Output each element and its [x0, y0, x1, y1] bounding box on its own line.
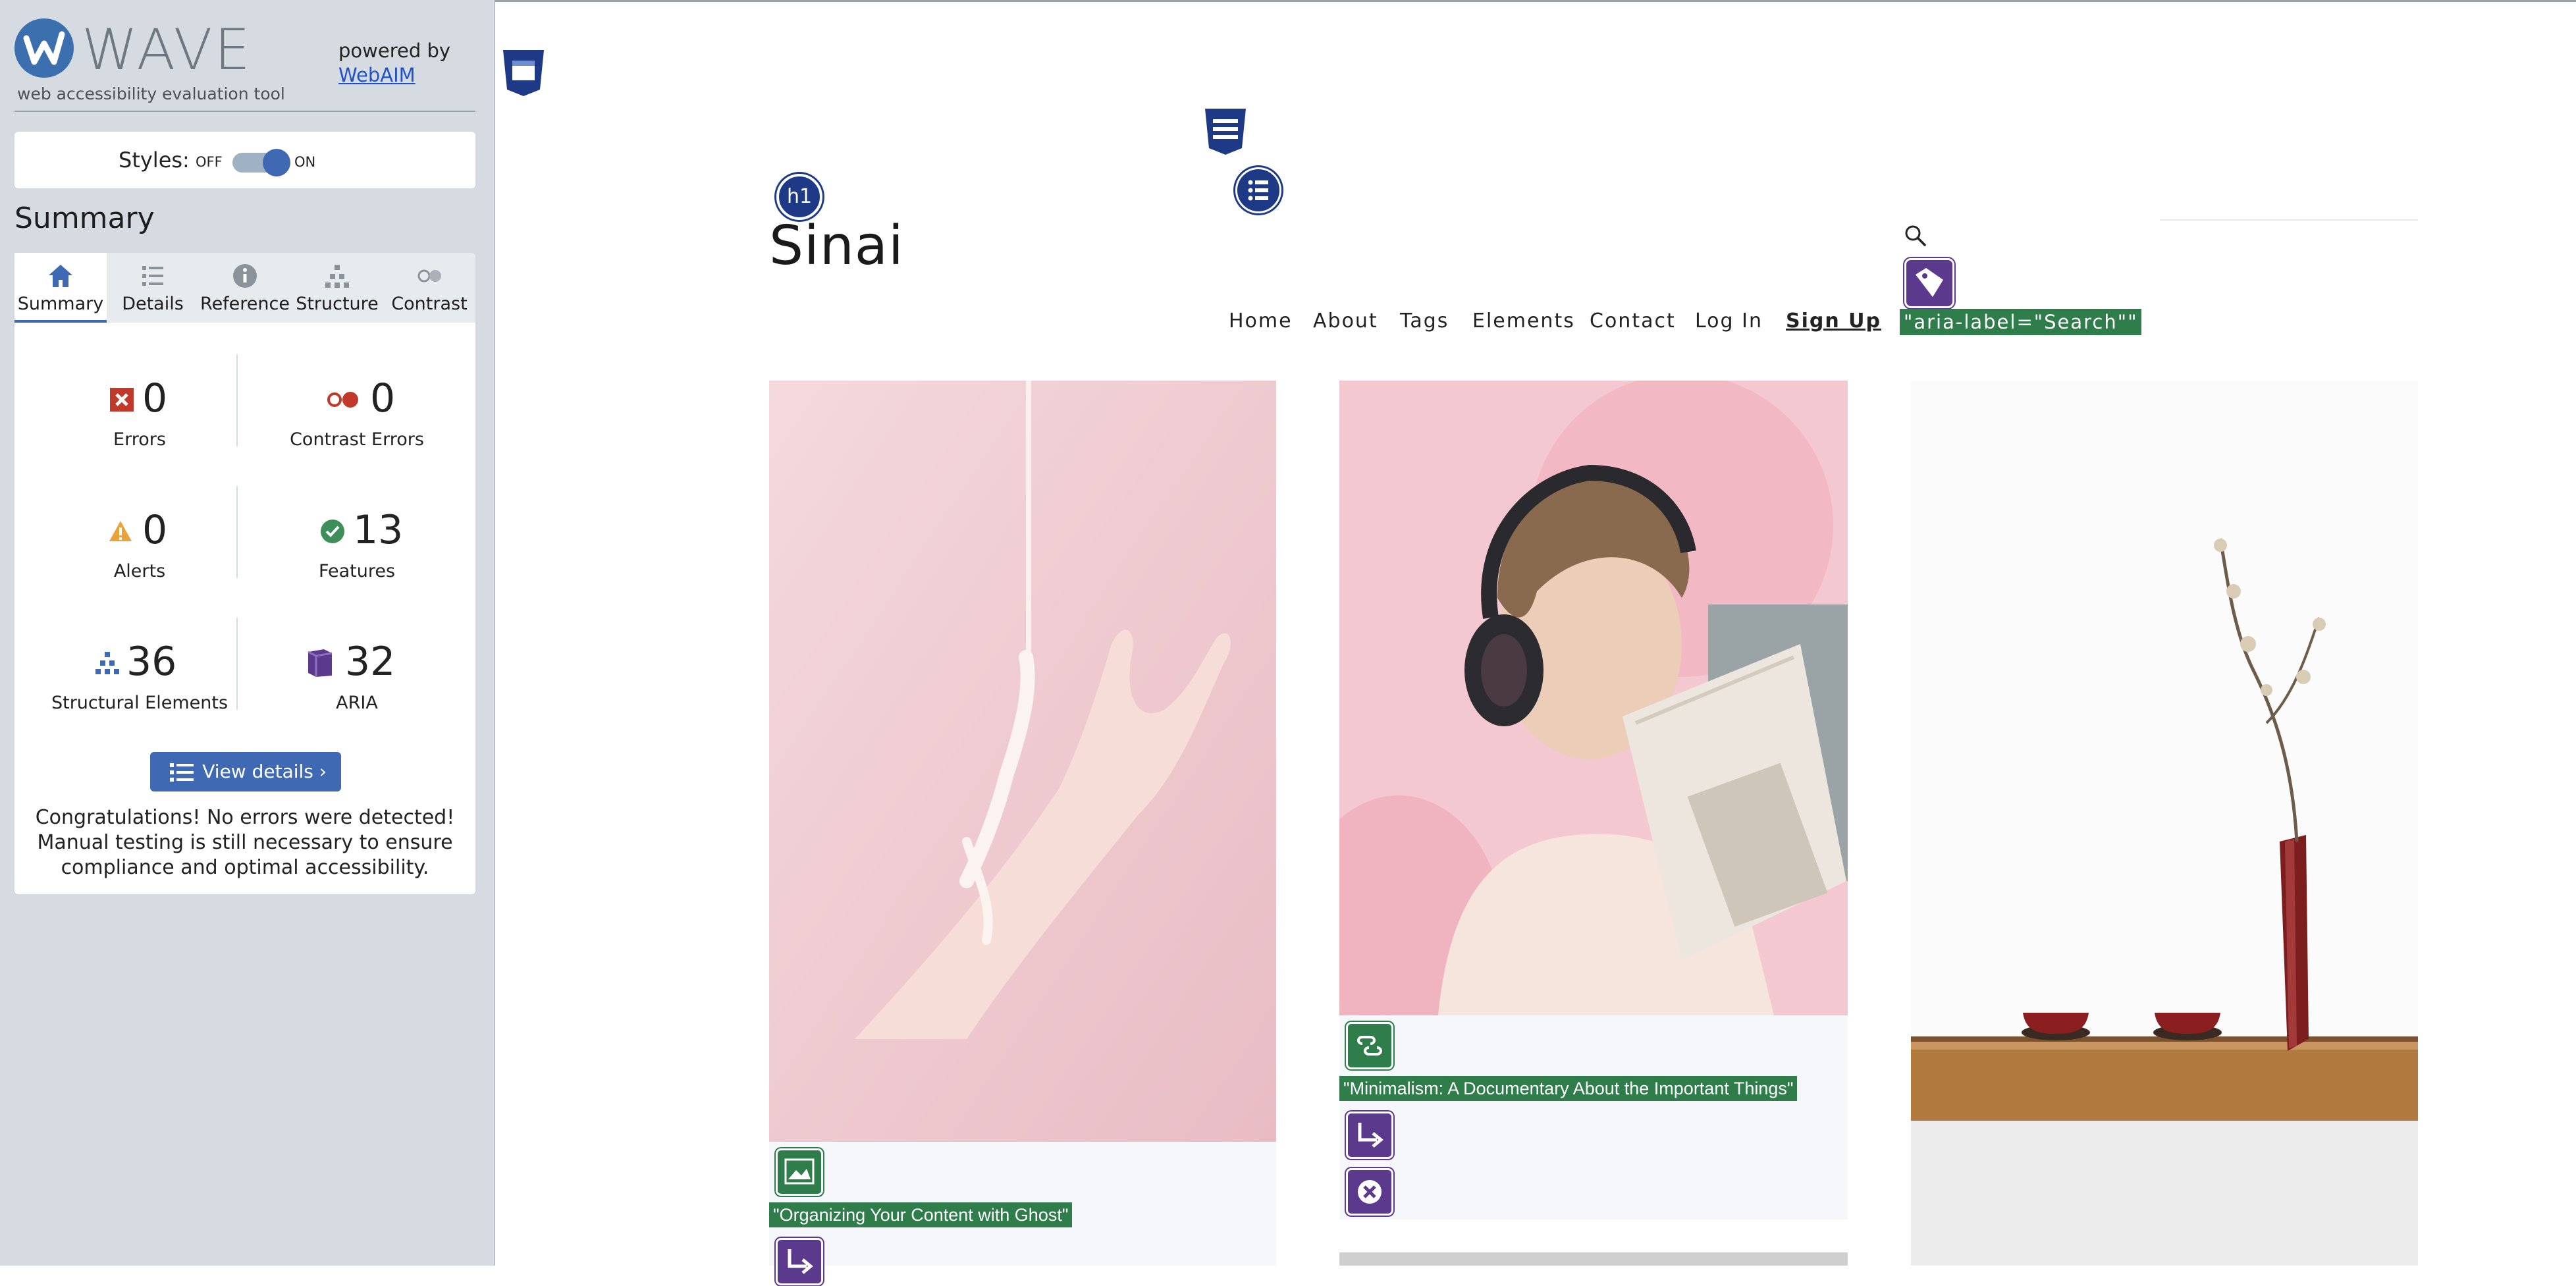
- hierarchy-icon: [325, 265, 349, 288]
- tab-contrast[interactable]: Contrast: [383, 253, 475, 323]
- stat-features[interactable]: 13 Features: [252, 487, 462, 593]
- features-label: Features: [318, 561, 396, 581]
- contrast-error-icon: [327, 392, 358, 408]
- powered-by-label: powered by: [338, 40, 451, 62]
- card-footer-2: [1339, 1015, 1848, 1219]
- stat-alerts[interactable]: 0 Alerts: [34, 487, 245, 593]
- summary-panel: 0 Errors 0 Contrast Errors 0 Alerts 13 F…: [14, 323, 475, 894]
- styles-on-label: ON: [294, 154, 316, 170]
- tab-label: Structure: [296, 294, 379, 314]
- home-icon: [49, 265, 72, 287]
- tab-summary[interactable]: Summary: [14, 253, 107, 323]
- nav-elements[interactable]: Elements: [1472, 309, 1575, 333]
- info-icon: [233, 264, 257, 288]
- error-x-icon: [110, 388, 134, 412]
- features-count: 13: [353, 507, 404, 553]
- list-icon[interactable]: [1235, 167, 1281, 213]
- wave-logo-icon: [14, 18, 74, 78]
- summary-heading: Summary: [14, 201, 155, 235]
- page-top-border: [495, 0, 2576, 2]
- wave-tagline: web accessibility evaluation tool: [17, 84, 285, 103]
- wave-tabs: Summary Details Reference Structure Cont…: [14, 253, 475, 323]
- aria-label-annotation: "aria-label="Search"": [1900, 309, 2142, 335]
- site-title[interactable]: Sinai: [769, 215, 904, 277]
- congrats-message: Congratulations! No errors were detected…: [35, 806, 455, 879]
- card-image-hand[interactable]: [769, 381, 1276, 1142]
- styles-off-label: OFF: [196, 154, 223, 170]
- contrast-errors-count: 0: [370, 375, 396, 421]
- sidebar-divider: [14, 111, 475, 112]
- aria-label-tag-icon[interactable]: [1904, 258, 1954, 308]
- stat-structural[interactable]: 36 Structural Elements: [34, 619, 245, 724]
- structure-icon: [95, 652, 119, 674]
- webaim-link[interactable]: WebAIM: [338, 64, 416, 86]
- card-title-annotation-2[interactable]: "Minimalism: A Documentary About the Imp…: [1339, 1076, 1798, 1101]
- aria-region-icon[interactable]: [500, 49, 547, 97]
- tab-label: Reference: [200, 294, 290, 314]
- tab-label: Contrast: [391, 294, 468, 314]
- nav-signup[interactable]: Sign Up: [1786, 309, 1881, 333]
- aria-redirect-icon[interactable]: [1346, 1112, 1393, 1159]
- aria-hidden-icon[interactable]: [1346, 1168, 1393, 1216]
- wave-sidebar: WAVE web accessibility evaluation tool p…: [0, 0, 495, 1266]
- errors-count: 0: [142, 375, 168, 421]
- aria-label: ARIA: [336, 693, 378, 713]
- search-field-underline: [2160, 219, 2418, 221]
- navigation-region-icon[interactable]: [1202, 107, 1248, 156]
- card-image-vase[interactable]: [1911, 381, 2418, 1266]
- tab-label: Details: [122, 294, 184, 314]
- stat-divider: [236, 486, 238, 578]
- nav-home[interactable]: Home: [1229, 309, 1293, 333]
- nav-contact[interactable]: Contact: [1590, 309, 1676, 333]
- contrast-errors-label: Contrast Errors: [290, 429, 424, 450]
- styles-toggle-box: Styles: OFF ON: [14, 132, 475, 188]
- tab-details[interactable]: Details: [107, 253, 199, 323]
- list-icon: [142, 266, 163, 286]
- aria-count: 32: [345, 639, 396, 685]
- wave-brand: WAVE: [82, 17, 252, 83]
- stat-contrast-errors[interactable]: 0 Contrast Errors: [252, 356, 462, 461]
- tab-reference[interactable]: Reference: [199, 253, 291, 323]
- view-details-label: View details ›: [202, 761, 327, 782]
- linked-image-icon[interactable]: [776, 1148, 823, 1196]
- stat-divider: [236, 618, 238, 710]
- view-details-button[interactable]: View details ›: [150, 752, 341, 791]
- tab-structure[interactable]: Structure: [291, 253, 383, 323]
- nav-about[interactable]: About: [1313, 309, 1378, 333]
- check-circle-icon: [321, 520, 344, 543]
- aria-cube-icon: [308, 649, 333, 677]
- errors-label: Errors: [113, 429, 166, 450]
- contrast-icon: [417, 269, 441, 282]
- alerts-label: Alerts: [113, 561, 166, 581]
- list-icon: [170, 763, 194, 782]
- linked-image-icon[interactable]: [1346, 1022, 1393, 1069]
- tab-label: Summary: [17, 294, 104, 314]
- heading-h1-icon[interactable]: h1: [776, 174, 822, 220]
- stat-aria[interactable]: 32 ARIA: [252, 619, 462, 724]
- structural-count: 36: [126, 639, 177, 685]
- alert-triangle-icon: [109, 521, 132, 541]
- card-title-annotation-1[interactable]: "Organizing Your Content with Ghost": [769, 1202, 1073, 1227]
- styles-label: Styles:: [119, 147, 190, 173]
- nav-tags[interactable]: Tags: [1400, 309, 1449, 333]
- search-icon[interactable]: [1904, 224, 1927, 248]
- structural-label: Structural Elements: [51, 693, 228, 713]
- nav-login[interactable]: Log In: [1695, 309, 1763, 333]
- aria-redirect-icon[interactable]: [776, 1238, 823, 1285]
- card-image-headphones[interactable]: [1339, 381, 1848, 1015]
- styles-toggle[interactable]: [232, 149, 290, 176]
- alerts-count: 0: [142, 507, 168, 553]
- stat-divider: [236, 354, 238, 446]
- next-card-image-top: [1339, 1252, 1848, 1266]
- toggle-knob: [263, 149, 290, 176]
- stat-errors[interactable]: 0 Errors: [34, 356, 245, 461]
